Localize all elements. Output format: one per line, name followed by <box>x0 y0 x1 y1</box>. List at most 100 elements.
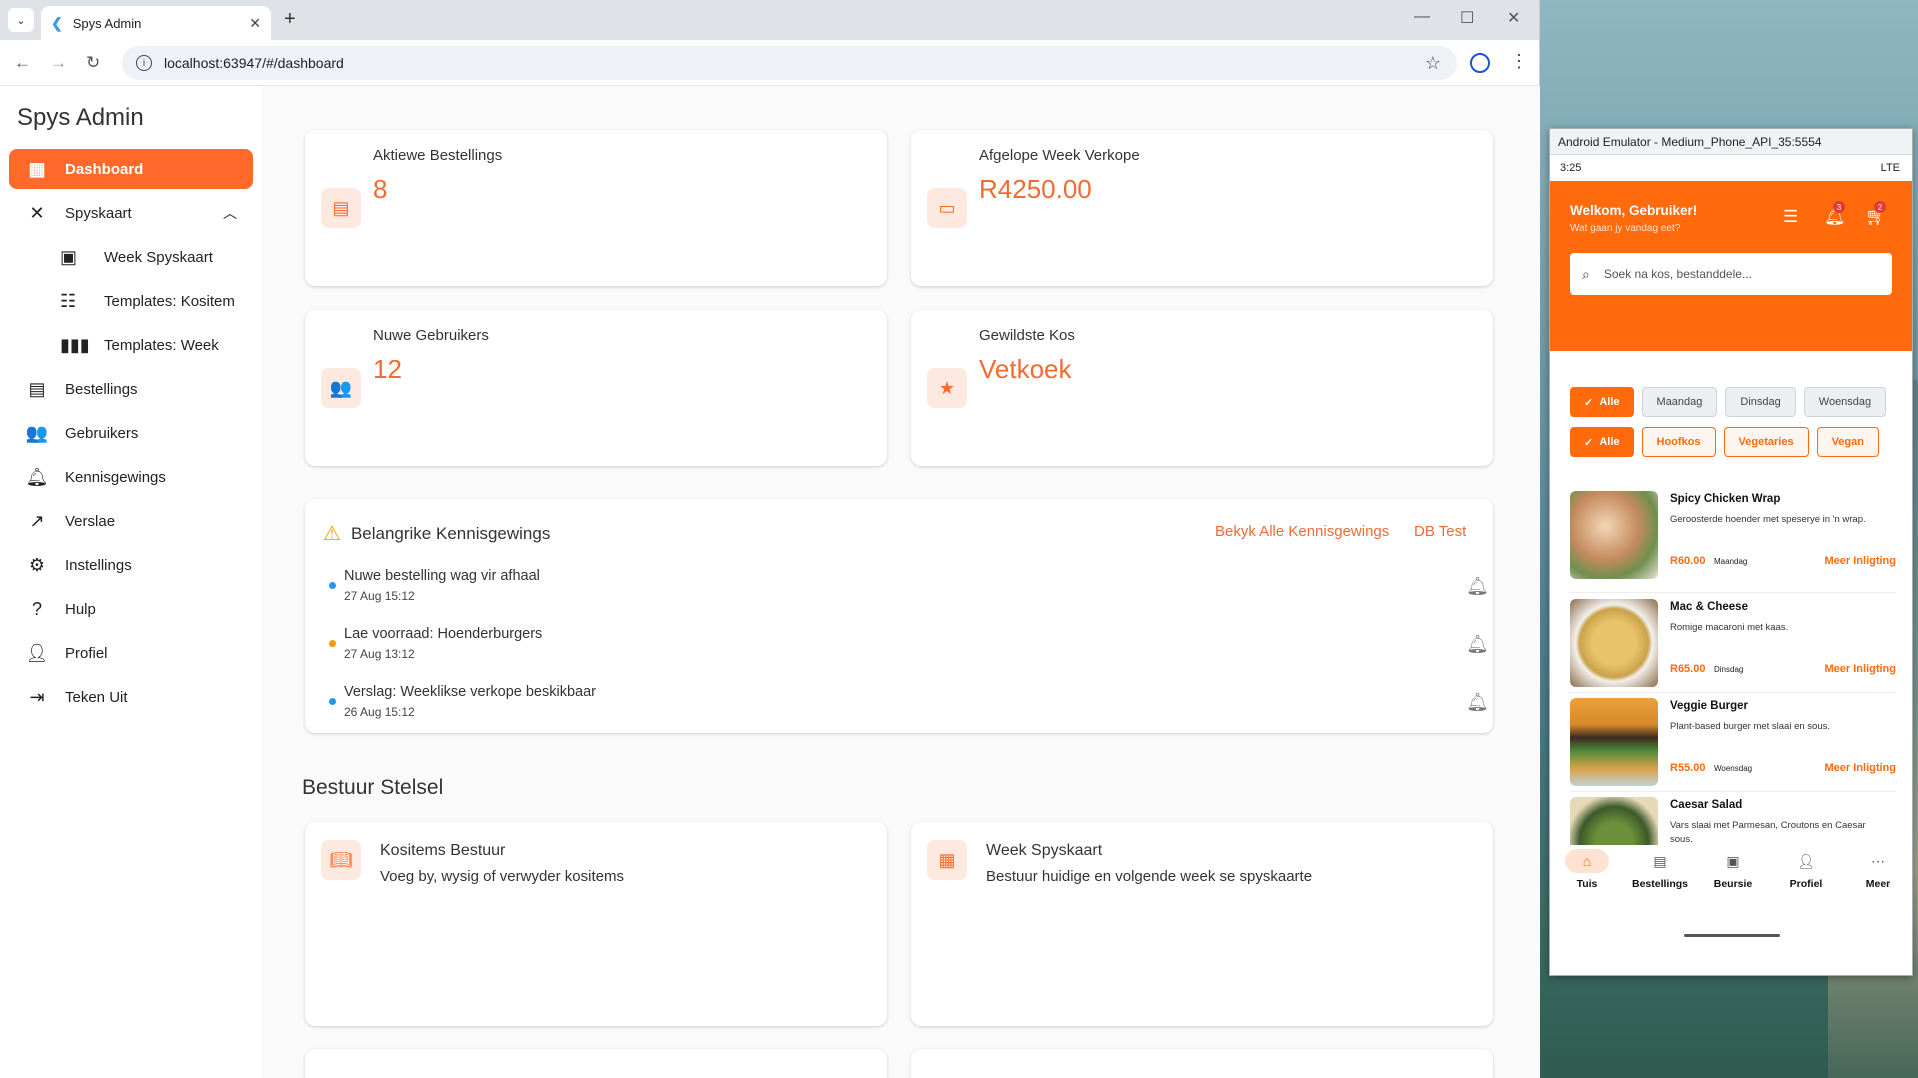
restaurant-icon: ✕ <box>29 202 45 223</box>
bell-icon: 🔔︎ <box>25 466 49 487</box>
menu-list-icon[interactable]: ☰ <box>1783 207 1798 227</box>
sidebar-item-kennisgewings[interactable]: 🔔︎ Kennisgewings <box>9 457 253 497</box>
sidebar-item-instellings[interactable]: ⚙ Instellings <box>9 545 253 585</box>
food-card[interactable]: Spicy Chicken Wrap Geroosterde hoender m… <box>1570 491 1896 583</box>
food-card[interactable]: Veggie Burger Plant-based burger met sla… <box>1570 698 1896 790</box>
address-bar[interactable]: i localhost:63947/#/dashboard ☆ <box>122 46 1457 80</box>
stat-value: R4250.00 <box>979 174 1092 204</box>
nav-tuis[interactable]: ⌂ Tuis <box>1555 845 1619 890</box>
book-icon: 📖︎ <box>321 840 361 880</box>
divider <box>1570 692 1896 693</box>
more-info-button[interactable]: Meer Inligting <box>1825 762 1897 774</box>
sidebar-subitem-week-spyskaart[interactable]: ▣ Week Spyskaart <box>60 237 213 277</box>
minimize-button[interactable]: — <box>1414 8 1430 26</box>
sidebar-item-bestellings[interactable]: ▤ Bestellings <box>9 369 253 409</box>
notifications-card: ⚠ Belangrike Kennisgewings Bekyk Alle Ke… <box>305 499 1493 733</box>
sidebar-item-label: Kennisgewings <box>65 468 166 486</box>
food-name: Spicy Chicken Wrap <box>1670 493 1781 505</box>
food-day: Woensdag <box>1714 764 1753 773</box>
nav-bestellings[interactable]: ▤ Bestellings <box>1628 845 1692 891</box>
manage-card-week-spyskaart[interactable]: ▦ Week Spyskaart Bestuur huidige en volg… <box>911 822 1493 1026</box>
forward-button[interactable]: → <box>50 53 67 73</box>
sidebar-item-verslae[interactable]: ↗ Verslae <box>9 501 253 541</box>
stat-label: Gewildste Kos <box>979 327 1075 344</box>
browser-window: ⌄ ❮ Spys Admin ✕ + — ☐ ✕ ← → ↻ i localho… <box>0 0 1540 1078</box>
close-window-button[interactable]: ✕ <box>1507 8 1520 28</box>
bell-icon[interactable]: 🔔︎ <box>1466 576 1489 597</box>
new-tab-button[interactable]: + <box>284 8 296 31</box>
logout-icon: ⇥ <box>29 686 45 707</box>
food-card[interactable]: Mac & Cheese Romige macaroni met kaas. R… <box>1570 599 1896 691</box>
food-card[interactable]: Caesar Salad Vars slaai met Parmesan, Cr… <box>1570 797 1896 845</box>
notification-row[interactable]: Nuwe bestelling wag vir afhaal 27 Aug 15… <box>329 564 1489 610</box>
profile-icon[interactable] <box>1470 53 1490 73</box>
nav-beursie[interactable]: ▣ Beursie <box>1701 845 1765 891</box>
chip-hoofkos[interactable]: Hoofkos <box>1641 427 1716 457</box>
view-all-notifications-link[interactable]: Bekyk Alle Kennisgewings <box>1215 523 1389 540</box>
sidebar-item-dashboard[interactable]: ▦ Dashboard <box>9 149 253 189</box>
chip-vegan[interactable]: Vegan <box>1816 427 1879 457</box>
more-info-button[interactable]: Meer Inligting <box>1825 555 1897 567</box>
reload-button[interactable]: ↻ <box>86 53 100 73</box>
sidebar-subitem-templates-kositem[interactable]: ☷ Templates: Kositem <box>60 281 235 321</box>
maximize-button[interactable]: ☐ <box>1460 8 1474 28</box>
notification-time: 26 Aug 15:12 <box>344 705 415 719</box>
star-icon: ★ <box>927 368 967 408</box>
chip-dinsdag[interactable]: Dinsdag <box>1725 387 1796 417</box>
bell-icon[interactable]: 🔔︎ <box>1466 634 1489 655</box>
chip-maandag[interactable]: Maandag <box>1641 387 1718 417</box>
more-info-button[interactable]: Meer Inligting <box>1825 663 1897 675</box>
emulator-title: Android Emulator - Medium_Phone_API_35:5… <box>1550 129 1912 155</box>
chip-woensdag[interactable]: Woensdag <box>1803 387 1887 417</box>
gesture-home-bar[interactable] <box>1684 934 1780 937</box>
manage-card-partial[interactable] <box>305 1049 887 1078</box>
bookmark-star-icon[interactable]: ☆ <box>1425 53 1441 74</box>
chip-vegetaries[interactable]: Vegetaries <box>1723 427 1809 457</box>
sidebar-item-profiel[interactable]: 👤︎ Profiel <box>9 633 253 673</box>
stat-card-active-orders[interactable]: ▤ Aktiewe Bestellings 8 <box>305 130 887 286</box>
food-price: R65.00 <box>1670 663 1706 675</box>
stat-card-popular-food[interactable]: ★ Gewildste Kos Vetkoek <box>911 310 1493 466</box>
sidebar-item-gebruikers[interactable]: 👥 Gebruikers <box>9 413 253 453</box>
chip-label: Alle <box>1599 396 1620 408</box>
flutter-icon: ❮ <box>51 14 63 31</box>
food-name: Mac & Cheese <box>1670 601 1748 613</box>
manage-card-partial[interactable] <box>911 1049 1493 1078</box>
notification-row[interactable]: Verslag: Weeklikse verkope beskikbaar 26… <box>329 680 1489 726</box>
nav-meer[interactable]: ⋯ Meer <box>1846 845 1910 891</box>
browser-tab[interactable]: ❮ Spys Admin ✕ <box>41 6 271 40</box>
sidebar-item-hulp[interactable]: ? Hulp <box>9 589 253 629</box>
back-button[interactable]: ← <box>14 53 31 73</box>
close-tab-icon[interactable]: ✕ <box>249 15 261 32</box>
sidebar-subitem-label: Week Spyskaart <box>104 248 213 266</box>
sidebar-item-label: Hulp <box>65 600 96 618</box>
notification-time: 27 Aug 13:12 <box>344 647 415 661</box>
food-image <box>1570 491 1658 579</box>
chip-alle-day[interactable]: ✓ Alle <box>1570 387 1634 417</box>
gear-icon: ⚙ <box>28 554 46 575</box>
notification-row[interactable]: Lae voorraad: Hoenderburgers 27 Aug 13:1… <box>329 622 1489 668</box>
chip-alle-category[interactable]: ✓ Alle <box>1570 427 1634 457</box>
manage-card-title: Kositems Bestuur <box>380 842 506 859</box>
sidebar-item-teken-uit[interactable]: ⇥ Teken Uit <box>9 677 253 717</box>
chevron-up-icon[interactable]: ︿ <box>223 203 237 223</box>
receipt-icon: ▤ <box>28 378 46 399</box>
site-info-icon[interactable]: i <box>136 55 152 71</box>
sidebar-item-spyskaart[interactable]: ✕ Spyskaart ︿ <box>9 193 253 233</box>
home-icon: ⌂ <box>1565 849 1609 873</box>
tab-search-button[interactable]: ⌄ <box>8 8 34 32</box>
sidebar-subitem-label: Templates: Kositem <box>104 292 235 310</box>
phone-search-input[interactable]: ⌕ Soek na kos, bestanddele... <box>1570 253 1892 295</box>
browser-menu-icon[interactable]: ⋮ <box>1510 51 1528 72</box>
manage-card-kositems[interactable]: 📖︎ Kositems Bestuur Voeg by, wysig of ve… <box>305 822 887 1026</box>
list-icon: ☷ <box>60 290 77 311</box>
db-test-link[interactable]: DB Test <box>1414 523 1466 540</box>
stat-card-new-users[interactable]: 👥 Nuwe Gebruikers 12 <box>305 310 887 466</box>
sidebar-subitem-templates-week[interactable]: ▮▮▮ Templates: Week <box>60 325 219 365</box>
nav-profiel[interactable]: 👤︎ Profiel <box>1774 845 1838 891</box>
sidebar-item-label: Profiel <box>65 644 108 662</box>
stat-card-weekly-sales[interactable]: ▭ Afgelope Week Verkope R4250.00 <box>911 130 1493 286</box>
sidebar-item-label: Teken Uit <box>65 688 128 706</box>
food-image <box>1570 599 1658 687</box>
bell-icon[interactable]: 🔔︎ <box>1466 692 1489 713</box>
